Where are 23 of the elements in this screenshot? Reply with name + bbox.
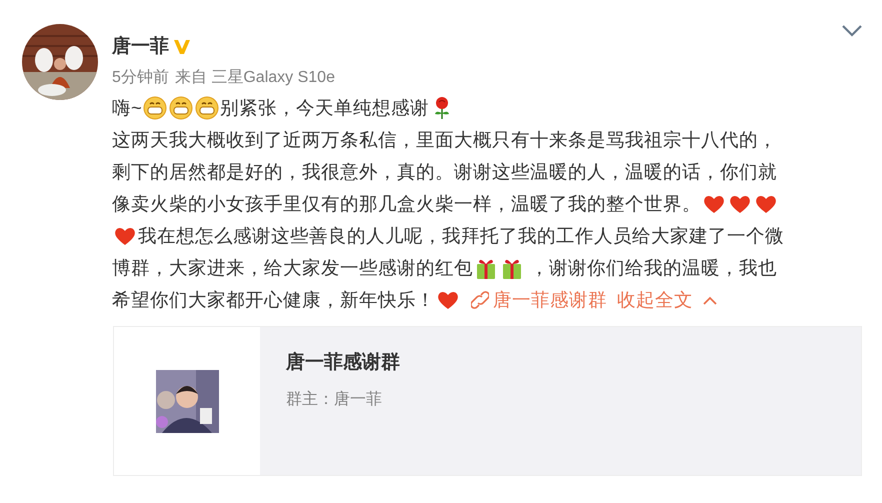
post-time[interactable]: 5分钟前: [112, 66, 169, 90]
post-text: 嗨~: [112, 96, 142, 120]
group-card[interactable]: 唐一菲感谢群 群主：唐一菲: [113, 326, 862, 476]
post-text: 博群，大家进来，给大家发一些感谢的红包: [112, 256, 473, 280]
post-text: 希望你们大家都开心健康，新年快乐！: [112, 288, 435, 312]
collapse-link[interactable]: 收起全文: [617, 284, 717, 316]
post-source: 来自 三星Galaxy S10e: [174, 68, 335, 88]
group-title: 唐一菲感谢群: [286, 350, 400, 375]
grinning-face-icon: [168, 96, 193, 120]
group-owner: 群主：唐一菲: [286, 390, 383, 410]
post-text: ，谢谢你们给我的温暖，我也: [529, 256, 778, 280]
grinning-face-icon: [194, 96, 219, 120]
post-text: 这两天我大概收到了近两万条私信，里面大概只有十来条是骂我祖宗十八代的，: [112, 128, 777, 152]
caret-up-icon: [703, 296, 717, 304]
post-text: 别紧张，今天单纯想感谢: [220, 96, 429, 120]
grinning-face-icon: [142, 96, 167, 120]
author-name[interactable]: 唐一菲: [112, 32, 169, 62]
post-text: 剩下的居然都是好的，我很意外，真的。谢谢这些温暖的人，温暖的话，你们就: [112, 160, 777, 184]
post-text: 像卖火柴的小女孩手里仅有的那几盒火柴一样，温暖了我的整个世界。: [112, 192, 701, 216]
chevron-down-icon[interactable]: [842, 25, 862, 37]
post-text: 我在想怎么感谢这些善良的人儿呢，我拜托了我的工作人员给大家建了一个微: [138, 224, 784, 248]
link-icon: [471, 291, 489, 309]
group-link[interactable]: 唐一菲感谢群: [471, 284, 607, 316]
